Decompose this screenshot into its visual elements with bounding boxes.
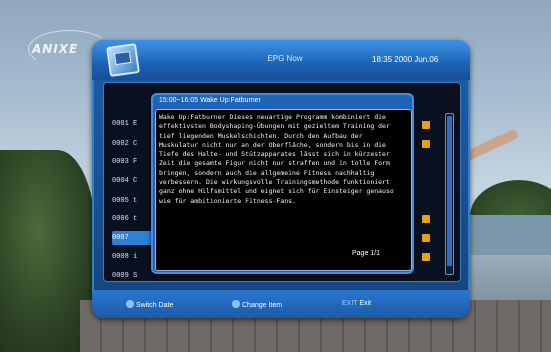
popup-title: 15:00~16:05 Wake Up:Fatburner <box>159 97 261 104</box>
epg-footer: Switch Date Change Item EXIT Exit <box>92 290 470 318</box>
channel-label: 0002 C <box>112 140 138 148</box>
channel-label: 0008 i <box>112 253 138 261</box>
channel-label: 0004 C <box>112 177 138 185</box>
popup-body: Wake Up:Fatburner Dieses neuartige Progr… <box>155 109 412 271</box>
timer-icon <box>422 121 430 129</box>
channel-label: 0005 t <box>112 197 138 205</box>
channel-label: 0003 F <box>112 158 138 166</box>
epg-title: EPG Now <box>267 54 303 63</box>
switch-date-hint[interactable]: Switch Date <box>126 300 173 309</box>
program-detail-popup: 15:00~16:05 Wake Up:Fatburner Wake Up:Fa… <box>151 93 414 274</box>
timer-icon <box>422 234 430 242</box>
change-item-label: Change Item <box>242 302 283 309</box>
epg-header: EPG Now 18:35 2000 Jun.06 <box>92 40 470 80</box>
exit-key: EXIT <box>342 300 358 307</box>
left-right-arrows-icon <box>126 300 134 308</box>
timer-icon <box>422 253 430 261</box>
channel-label: 0006 t <box>112 215 138 223</box>
program-description: Wake Up:Fatburner Dieses neuartige Progr… <box>159 113 394 205</box>
background-person-arm <box>462 128 520 162</box>
channel-label: 0009 S <box>112 272 138 280</box>
timer-icon <box>422 215 430 223</box>
up-down-arrows-icon <box>232 300 240 308</box>
exit-label: Exit <box>359 300 372 307</box>
page-indicator: Page 1/1 <box>352 250 381 257</box>
switch-date-label: Switch Date <box>136 302 174 309</box>
exit-hint[interactable]: EXIT Exit <box>342 300 371 307</box>
scrollbar[interactable] <box>445 113 454 275</box>
scrollbar-thumb[interactable] <box>447 116 452 266</box>
change-item-hint[interactable]: Change Item <box>232 300 282 309</box>
tv-icon <box>106 43 140 77</box>
timer-icon <box>422 140 430 148</box>
channel-label: 0007 <box>112 234 129 242</box>
channel-label: 0001 E <box>112 120 138 128</box>
epg-clock: 18:35 2000 Jun.06 <box>372 55 439 64</box>
